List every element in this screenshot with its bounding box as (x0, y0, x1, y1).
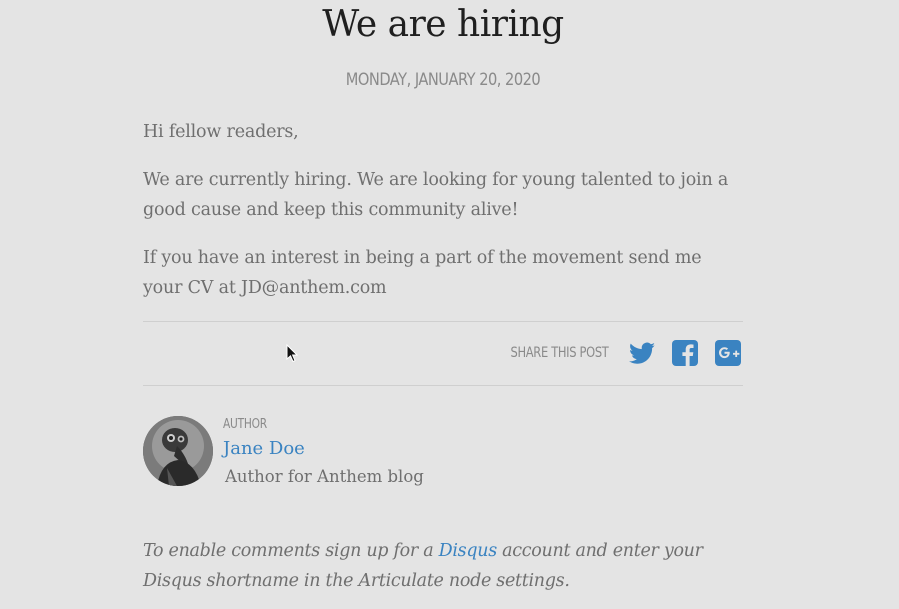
plague-doctor-avatar-icon (143, 416, 213, 486)
post-date: MONDAY, JANUARY 20, 2020 (345, 70, 541, 90)
author-kicker: AUTHOR (223, 417, 267, 432)
author-name-link[interactable]: Jane Doe (223, 438, 305, 459)
disqus-link[interactable]: Disqus (439, 541, 498, 561)
post-paragraph-contact: If you have an interest in being a part … (143, 248, 702, 298)
share-google-plus-button[interactable] (713, 338, 743, 368)
facebook-icon (672, 340, 698, 366)
comments-prefix: To enable comments sign up for a (143, 541, 439, 561)
google-plus-icon (715, 340, 741, 366)
divider (143, 385, 743, 386)
post-paragraph-hiring: We are currently hiring. We are looking … (143, 170, 729, 220)
author-bio: Author for Anthem blog (225, 467, 424, 486)
share-facebook-button[interactable] (670, 338, 700, 368)
post-paragraph-greeting: Hi fellow readers, (143, 122, 299, 142)
author-avatar (143, 416, 213, 486)
share-bar: SHARE THIS POST (489, 336, 743, 370)
share-label: SHARE THIS POST (510, 345, 608, 361)
mouse-cursor-icon (286, 344, 299, 363)
twitter-icon (629, 342, 655, 364)
post-title: We are hiring (322, 4, 564, 45)
divider (143, 321, 743, 322)
comments-notice: To enable comments sign up for a Disqus … (143, 536, 743, 596)
share-twitter-button[interactable] (627, 338, 657, 368)
author-card: AUTHOR Jane Doe Author for Anthem blog (143, 416, 743, 496)
